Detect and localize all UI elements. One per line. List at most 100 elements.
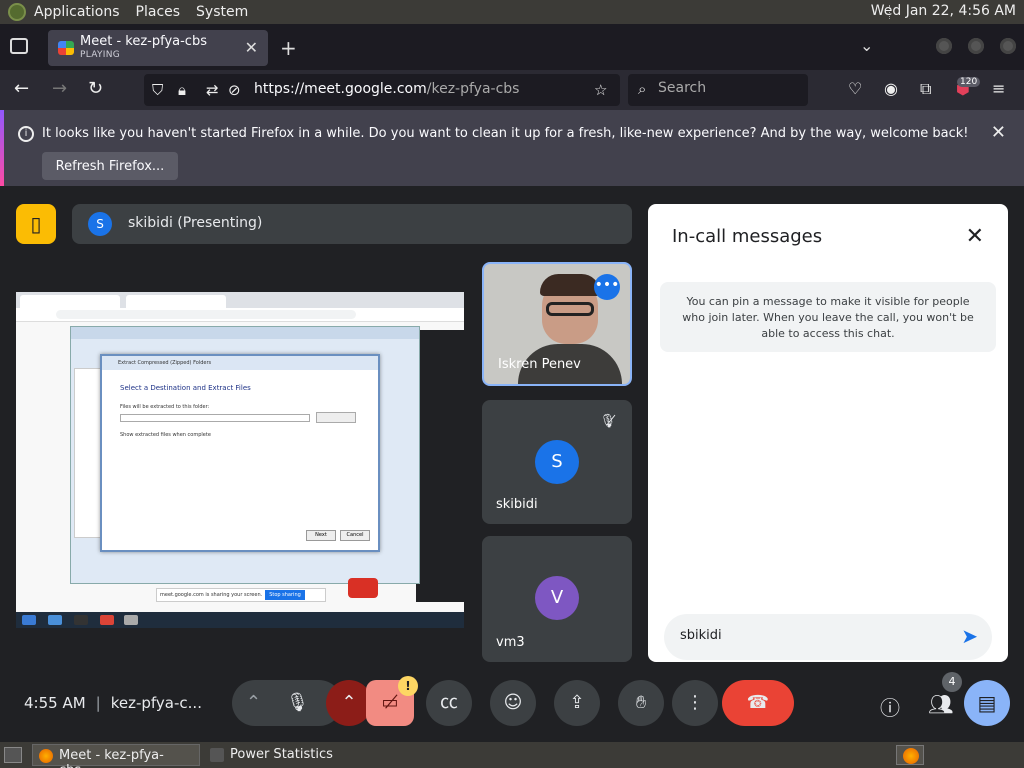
gnome-menu-bar: Applications Places System	[0, 3, 264, 21]
gnome-logo-icon[interactable]	[8, 3, 26, 21]
reload-icon[interactable]: ↻	[88, 78, 103, 99]
participant-video-hair	[540, 274, 600, 296]
tab-list-icon[interactable]	[10, 38, 28, 54]
menu-applications[interactable]: Applications	[34, 4, 120, 20]
info-icon: i	[18, 126, 34, 142]
extract-browse-button	[316, 412, 356, 423]
search-input[interactable]	[658, 80, 798, 96]
workspace-switcher[interactable]	[896, 745, 924, 765]
shared-tab	[20, 295, 120, 308]
more-options-icon[interactable]: •••	[594, 274, 620, 300]
microphone-icon[interactable]: 🎙︎	[286, 680, 309, 726]
extract-dialog-label: Files will be extracted to this folder:	[120, 404, 210, 410]
maximize-window-button[interactable]	[968, 38, 984, 54]
menu-system[interactable]: System	[196, 4, 248, 20]
browser-tab-strip: Meet - kez-pfya-cbs PLAYING ✕ + ⌄	[0, 24, 1024, 70]
tab-meet[interactable]: Meet - kez-pfya-cbs PLAYING ✕	[48, 30, 268, 66]
notification-close-icon[interactable]: ✕	[991, 122, 1006, 143]
account-icon[interactable]: ◉	[884, 79, 898, 98]
in-call-messages-panel: In-call messages ✕ You can pin a message…	[648, 204, 1008, 662]
emoji-icon[interactable]: ☺	[490, 680, 536, 726]
presenter-bar: S skibidi (Presenting)	[72, 204, 632, 244]
gnome-bottom-panel: Meet - kez-pfya-cbs... Power Statistics	[0, 742, 1024, 768]
audio-options-chevron-icon[interactable]: ⌃	[246, 680, 261, 726]
sharing-notice-text: meet.google.com is sharing your screen.	[160, 592, 263, 598]
app-menu-icon[interactable]: ≡	[992, 79, 1005, 98]
more-options-vertical-icon[interactable]: ⋮	[672, 680, 718, 726]
participant-tile-iskren[interactable]: ••• Iskren Penev	[482, 262, 632, 386]
tray-firefox-icon	[903, 748, 919, 764]
close-window-button[interactable]	[1000, 38, 1016, 54]
people-icon[interactable]: 👥︎	[928, 692, 953, 716]
taskbar-item-label: Power Statistics	[230, 747, 333, 762]
search-bar[interactable]: ⌕	[628, 74, 808, 106]
forward-arrow-icon[interactable]: →	[52, 78, 67, 99]
raise-hand-icon[interactable]: ✋︎	[618, 680, 664, 726]
chat-close-icon[interactable]: ✕	[966, 224, 984, 249]
shared-taskbar	[16, 612, 464, 628]
stop-sharing-button: Stop sharing	[265, 590, 305, 600]
participant-name: Iskren Penev	[498, 357, 581, 372]
lock-icon[interactable]: 🔒︎	[178, 81, 186, 99]
meeting-time: 4:55 AM	[24, 694, 86, 712]
shared-browser-tabs	[16, 292, 464, 308]
refresh-firefox-button[interactable]: Refresh Firefox...	[42, 152, 178, 180]
permissions-icon[interactable]: ⇄	[206, 81, 219, 99]
bookmark-star-icon[interactable]: ☆	[594, 81, 607, 99]
minimize-window-button[interactable]	[936, 38, 952, 54]
shared-tab	[126, 295, 226, 308]
url-text: https://meet.google.com/kez-pfya-cbs	[254, 81, 519, 97]
camera-warning-icon[interactable]: !	[398, 676, 418, 696]
taskbar-item-power[interactable]: Power Statistics	[204, 744, 354, 766]
extensions-icon[interactable]: ⧉	[920, 79, 931, 99]
panel-clock[interactable]: Wed Jan 22, 4:56 AM	[871, 3, 1016, 19]
extract-next-button: Next	[306, 530, 336, 541]
shared-chrome-icon	[100, 615, 114, 625]
extract-dialog-title: Extract Compressed (Zipped) Folders	[102, 356, 378, 370]
explorer-titlebar	[71, 327, 419, 339]
shared-app-icon	[124, 615, 138, 625]
meeting-info-divider: |	[95, 694, 101, 712]
taskbar-item-meet[interactable]: Meet - kez-pfya-cbs...	[32, 744, 200, 768]
extract-path-field	[120, 414, 310, 422]
meeting-code: kez-pfya-c...	[110, 694, 202, 712]
shared-explorer-icon	[48, 615, 62, 625]
pocket-icon[interactable]: ♡	[848, 79, 862, 98]
present-screen-icon[interactable]: ⇪	[554, 680, 600, 726]
chat-input-wrap: ➤	[664, 614, 992, 660]
url-bar[interactable]: ⛉ 🔒︎ ⇄ ⊘ https://meet.google.com/kez-pfy…	[144, 74, 620, 106]
chat-icon[interactable]: ▤	[964, 680, 1010, 726]
meeting-details-icon[interactable]: ▯	[16, 204, 56, 244]
tab-close-icon[interactable]: ✕	[245, 38, 258, 57]
extract-cancel-button: Cancel	[340, 530, 370, 541]
gnome-top-panel: Applications Places System Wed Jan 22, 4…	[0, 0, 1024, 24]
participant-tile-skibidi[interactable]: 🎙︎̸ S skibidi	[482, 400, 632, 524]
participant-tile-vm3[interactable]: V vm3	[482, 536, 632, 662]
shared-url-bar	[16, 308, 464, 322]
send-icon[interactable]: ➤	[961, 624, 978, 648]
tracking-shield-icon[interactable]: ⛉	[152, 81, 163, 99]
new-tab-button[interactable]: +	[280, 36, 297, 60]
show-desktop-icon[interactable]	[4, 747, 22, 763]
captions-icon[interactable]: ㏄	[426, 680, 472, 726]
mic-blocked-icon[interactable]: ⊘	[228, 81, 241, 99]
participant-name: vm3	[496, 635, 525, 650]
chat-message-input[interactable]	[680, 628, 940, 643]
refresh-firefox-notification: i It looks like you haven't started Fire…	[0, 110, 1024, 186]
extract-dialog: Extract Compressed (Zipped) Folders Sele…	[100, 354, 380, 552]
extract-dialog-heading: Select a Destination and Extract Files	[120, 384, 251, 392]
mic-muted-icon: 🎙︎̸	[599, 414, 616, 429]
meeting-details-info-icon[interactable]: ⓘ	[880, 692, 900, 721]
leave-call-icon[interactable]: ☎︎	[722, 680, 794, 726]
shared-start-icon	[22, 615, 36, 625]
participant-name: skibidi	[496, 497, 538, 512]
back-arrow-icon[interactable]: ←	[14, 78, 29, 99]
list-all-tabs-chevron-icon[interactable]: ⌄	[860, 36, 873, 55]
tab-playing-label: PLAYING	[80, 50, 121, 60]
meet-favicon-icon	[58, 41, 74, 55]
shared-meet-window	[416, 330, 464, 602]
menu-places[interactable]: Places	[136, 4, 181, 20]
people-count-badge: 4	[942, 672, 962, 692]
firefox-icon	[39, 749, 53, 763]
extension-badge: 120	[957, 77, 981, 87]
